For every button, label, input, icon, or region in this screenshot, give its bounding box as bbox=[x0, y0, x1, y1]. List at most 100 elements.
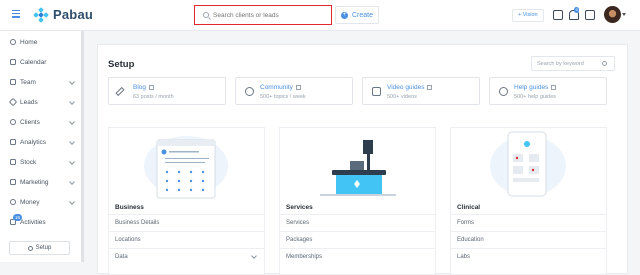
forms-link[interactable]: Forms bbox=[451, 214, 606, 231]
data-link[interactable]: Data bbox=[109, 248, 264, 265]
sidebar-item-home[interactable]: Home bbox=[0, 32, 81, 52]
keyword-search-placeholder: Search by keyword bbox=[537, 60, 584, 67]
create-label: Create bbox=[352, 11, 374, 19]
clinical-illustration bbox=[490, 131, 566, 197]
marketing-icon bbox=[10, 179, 16, 185]
top-bar: Pabau + Create + Vision 9 bbox=[0, 0, 640, 31]
video-icon bbox=[372, 87, 381, 96]
sidebar-item-label: Marketing bbox=[20, 178, 49, 186]
create-button[interactable]: + Create bbox=[335, 6, 380, 24]
logo[interactable]: Pabau bbox=[33, 6, 94, 23]
services-link[interactable]: Services bbox=[280, 214, 435, 231]
search-icon bbox=[203, 12, 209, 18]
setup-button-label: Setup bbox=[35, 245, 52, 251]
plus-icon: + bbox=[341, 11, 348, 19]
chevron-down-icon bbox=[69, 159, 75, 165]
chevron-down-icon bbox=[69, 139, 75, 145]
resource-title: Community bbox=[260, 84, 293, 91]
chat-icon[interactable] bbox=[585, 10, 595, 20]
sidebar-item-calendar[interactable]: Calendar bbox=[0, 52, 81, 72]
stock-icon bbox=[10, 159, 16, 165]
calendar-icon[interactable] bbox=[553, 10, 563, 20]
sidebar-item-label: Clients bbox=[20, 118, 40, 126]
chevron-down-icon bbox=[251, 253, 257, 259]
brand-name: Pabau bbox=[53, 7, 94, 22]
sidebar-item-label: Activities bbox=[20, 218, 46, 226]
memberships-link[interactable]: Memberships bbox=[280, 248, 435, 265]
setup-panel: Setup Search by keyword Blog 63 posts / … bbox=[97, 44, 628, 275]
resource-subtitle: 500+ topics / week bbox=[260, 94, 306, 100]
resource-subtitle: 500+ videos bbox=[387, 94, 417, 100]
sidebar-item-stock[interactable]: Stock bbox=[0, 152, 81, 172]
team-icon bbox=[10, 79, 16, 85]
pabau-logo-icon bbox=[33, 6, 49, 23]
sidebar-item-label: Money bbox=[20, 198, 40, 206]
sidebar-item-label: Leads bbox=[20, 98, 38, 106]
pencil-icon bbox=[115, 86, 125, 97]
search-input[interactable] bbox=[213, 11, 323, 19]
clients-icon bbox=[10, 119, 16, 125]
card-title: Clinical bbox=[457, 204, 481, 211]
resource-video-guides[interactable]: Video guides 500+ videos bbox=[362, 77, 480, 105]
search-icon bbox=[602, 61, 607, 66]
gear-icon bbox=[27, 245, 33, 251]
money-icon bbox=[10, 199, 16, 205]
sidebar-item-activities[interactable]: 16 Activities bbox=[0, 212, 81, 232]
chevron-down-icon bbox=[69, 179, 75, 185]
leads-icon bbox=[8, 97, 18, 107]
education-link[interactable]: Education bbox=[451, 231, 606, 248]
clinical-card: Clinical Forms Education Labs bbox=[450, 127, 607, 275]
sidebar-item-team[interactable]: Team bbox=[0, 72, 81, 92]
sidebar-item-label: Calendar bbox=[20, 58, 47, 66]
community-icon bbox=[245, 87, 254, 96]
resource-help-guides[interactable]: Help guides 500+ help guides bbox=[489, 77, 607, 105]
sidebar-item-label: Stock bbox=[20, 158, 37, 166]
card-title: Services bbox=[286, 204, 313, 211]
sidebar-item-label: Home bbox=[20, 38, 38, 46]
page-title: Setup bbox=[108, 59, 135, 70]
sidebar-item-label: Analytics bbox=[20, 138, 47, 146]
sidebar-item-money[interactable]: Money bbox=[0, 192, 81, 212]
sidebar-item-label: Team bbox=[20, 78, 36, 86]
resource-title: Video guides bbox=[387, 84, 425, 91]
business-illustration bbox=[144, 136, 228, 199]
help-icon bbox=[499, 87, 508, 96]
resource-blog[interactable]: Blog 63 posts / month bbox=[108, 77, 226, 105]
sidebar-item-analytics[interactable]: Analytics bbox=[0, 132, 81, 152]
external-link-icon bbox=[551, 84, 557, 90]
services-illustration bbox=[320, 140, 396, 196]
labs-link[interactable]: Labs bbox=[451, 248, 606, 265]
chevron-down-icon bbox=[69, 199, 75, 205]
analytics-icon bbox=[10, 139, 16, 145]
chevron-down-icon bbox=[69, 99, 75, 105]
sidebar-item-clients[interactable]: Clients bbox=[0, 112, 81, 132]
calendar-icon bbox=[10, 59, 16, 65]
external-link-icon bbox=[149, 84, 155, 90]
card-title: Business bbox=[115, 204, 144, 211]
sidebar-item-marketing[interactable]: Marketing bbox=[0, 172, 81, 192]
packages-link[interactable]: Packages bbox=[280, 231, 435, 248]
resource-subtitle: 500+ help guides bbox=[514, 94, 557, 100]
keyword-search-input[interactable]: Search by keyword bbox=[531, 56, 615, 71]
sidebar: Home Calendar Team Leads Clients Analyti… bbox=[0, 31, 84, 262]
avatar[interactable] bbox=[604, 6, 621, 23]
locations-link[interactable]: Locations bbox=[109, 231, 264, 248]
services-card: Services Services Packages Memberships bbox=[279, 127, 436, 275]
chevron-down-icon[interactable] bbox=[622, 13, 626, 16]
business-details-link[interactable]: Business Details bbox=[109, 214, 264, 231]
home-icon bbox=[10, 39, 16, 45]
resource-title: Blog bbox=[133, 84, 147, 91]
external-link-icon bbox=[427, 84, 433, 90]
client-search[interactable] bbox=[194, 5, 332, 25]
chevron-down-icon bbox=[69, 79, 75, 85]
menu-icon[interactable] bbox=[12, 10, 20, 20]
business-card: Business Business Details Locations Data bbox=[108, 127, 265, 275]
sidebar-item-leads[interactable]: Leads bbox=[0, 92, 81, 112]
vision-button[interactable]: + Vision bbox=[512, 9, 544, 22]
resource-community[interactable]: Community 500+ topics / week bbox=[235, 77, 353, 105]
setup-button[interactable]: Setup bbox=[9, 241, 70, 255]
chevron-down-icon bbox=[69, 119, 75, 125]
external-link-icon bbox=[295, 84, 301, 90]
resource-title: Help guides bbox=[514, 84, 549, 91]
resource-subtitle: 63 posts / month bbox=[133, 94, 174, 100]
